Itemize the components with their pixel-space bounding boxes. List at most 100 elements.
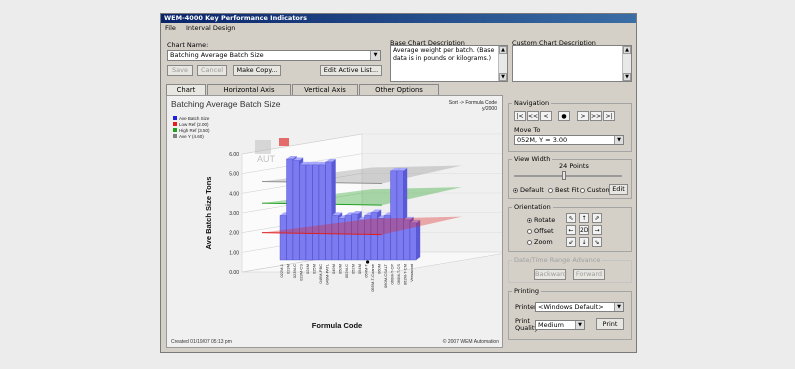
- main-window: WEM-4000 Key Performance Indicators File…: [160, 13, 637, 353]
- orientation-button-4[interactable]: 2D: [579, 225, 589, 235]
- navigation-title: Navigation: [512, 99, 552, 107]
- scroll-down-icon[interactable]: ▼: [623, 73, 631, 81]
- bar: [305, 164, 313, 261]
- printer-value: <Windows Default>: [538, 303, 604, 311]
- y-tick-label: 3.00: [229, 211, 239, 217]
- print-quality-label: Print Quality:: [515, 317, 540, 332]
- chevron-down-icon[interactable]: ▼: [575, 321, 584, 329]
- orientation-button-1[interactable]: ↑: [579, 213, 589, 223]
- y-tick-label: 1.00: [229, 250, 239, 256]
- radio-default[interactable]: Default: [513, 186, 544, 194]
- scrollbar[interactable]: ▲ ▼: [498, 46, 507, 81]
- chevron-down-icon[interactable]: ▼: [614, 136, 623, 144]
- nav-button-3[interactable]: ●: [558, 111, 570, 121]
- orientation-button-6[interactable]: ⇙: [566, 237, 576, 247]
- chevron-down-icon[interactable]: ▼: [370, 51, 380, 60]
- bar: [299, 164, 306, 261]
- view-width-slider-thumb[interactable]: [561, 171, 566, 180]
- radio-zoom-label: Zoom: [534, 238, 553, 246]
- legend-label: Ave Batch Size: [179, 116, 210, 121]
- nav-button-5[interactable]: >>: [590, 111, 602, 121]
- orientation-button-5[interactable]: →: [592, 225, 602, 235]
- tab-vertical-axis[interactable]: Vertical Axis: [292, 84, 358, 95]
- legend-label: High Ref (3.50): [179, 128, 210, 133]
- nav-button-4[interactable]: >: [577, 111, 589, 121]
- tab-other-options[interactable]: Other Options: [359, 84, 439, 95]
- watermark-logo: [255, 140, 271, 154]
- bar: [409, 222, 417, 261]
- radio-dot-icon: [548, 187, 553, 193]
- chart-pane: Batching Average Batch Size Sort -> Form…: [166, 95, 503, 348]
- radio-offset[interactable]: Offset: [527, 227, 554, 235]
- legend-swatch: [173, 116, 177, 120]
- scroll-up-icon[interactable]: ▲: [499, 46, 507, 54]
- x-tick-label: 054M: [357, 264, 362, 274]
- tab-chart[interactable]: Chart: [166, 84, 206, 95]
- printer-select[interactable]: <Windows Default> ▼: [535, 302, 624, 312]
- x-tick-label: 060M-CSALT: [383, 263, 388, 287]
- x-tick-label: 022M-1: [279, 263, 284, 277]
- orientation-button-0[interactable]: ⇖: [566, 213, 576, 223]
- chart-name-value: Batching Average Batch Size: [170, 51, 264, 59]
- x-tick-label: 024M: [305, 264, 310, 274]
- edit-button[interactable]: Edit: [609, 184, 628, 195]
- tab-horizontal-axis[interactable]: Horizontal Axis: [207, 84, 291, 95]
- bar: [325, 161, 332, 261]
- printing-title: Printing: [512, 287, 542, 295]
- scroll-up-icon[interactable]: ▲: [623, 46, 631, 54]
- radio-dot-icon: [513, 187, 518, 193]
- x-tick-label: 052M-C: [344, 264, 349, 278]
- orientation-button-2[interactable]: ⇗: [592, 213, 602, 223]
- menu-interval-design[interactable]: Interval Design: [186, 24, 235, 32]
- view-width-slider-track[interactable]: [514, 175, 622, 177]
- chevron-down-icon[interactable]: ▼: [614, 303, 623, 311]
- legend-swatch: [173, 122, 177, 126]
- points-label: 24 Points: [559, 162, 589, 170]
- nav-button-1[interactable]: <<: [527, 111, 539, 121]
- move-to-value: 052M, Y = 3.00: [517, 136, 568, 144]
- printing-group: Printing Printer: <Windows Default> ▼ Pr…: [508, 287, 632, 340]
- radio-zoom[interactable]: Zoom: [527, 238, 553, 246]
- chart-svg: Batching Average Batch Size Sort -> Form…: [171, 99, 502, 345]
- edit-active-list-button[interactable]: Edit Active List...: [320, 65, 382, 76]
- selected-point-marker: [366, 260, 370, 264]
- radio-best-fit[interactable]: Best Fit: [548, 186, 579, 194]
- sort-sub-label: y/2000: [482, 106, 497, 112]
- forward-button[interactable]: Forward: [573, 269, 605, 280]
- x-tick-label: 054M-T: [364, 263, 369, 277]
- chart-name-select[interactable]: Batching Average Batch Size ▼: [167, 50, 381, 61]
- legend-swatch: [173, 128, 177, 132]
- radio-best-fit-label: Best Fit: [555, 186, 580, 194]
- bar: [390, 170, 397, 261]
- menu-file[interactable]: File: [165, 24, 176, 32]
- nav-button-2[interactable]: <: [540, 111, 552, 121]
- bar: [286, 158, 293, 261]
- window-title: WEM-4000 Key Performance Indicators: [161, 14, 636, 23]
- save-button[interactable]: Save: [167, 65, 193, 76]
- orientation-button-3[interactable]: ←: [566, 225, 576, 235]
- nav-button-0[interactable]: |<: [514, 111, 526, 121]
- x-tick-label: 060M-T-CS: [396, 264, 401, 285]
- scroll-down-icon[interactable]: ▼: [499, 73, 507, 81]
- radio-custom[interactable]: Custom: [580, 186, 612, 194]
- chart-title: Batching Average Batch Size: [171, 99, 281, 109]
- chart-name-label: Chart Name:: [167, 41, 209, 49]
- bar: [279, 215, 287, 261]
- x-tick-label: 062M-T-CM: [403, 264, 408, 285]
- y-tick-label: 4.00: [229, 191, 239, 197]
- x-tick-label: 025M: [312, 264, 317, 274]
- scrollbar[interactable]: ▲ ▼: [622, 46, 631, 81]
- move-to-select[interactable]: 052M, Y = 3.00 ▼: [514, 135, 624, 145]
- cancel-button[interactable]: Cancel: [197, 65, 227, 76]
- orientation-button-7[interactable]: ↓: [579, 237, 589, 247]
- radio-rotate[interactable]: Rotate: [527, 216, 555, 224]
- radio-dot-icon: [580, 187, 585, 193]
- backward-button[interactable]: Backward: [534, 269, 567, 280]
- custom-description-box[interactable]: ▲ ▼: [512, 45, 632, 82]
- print-button[interactable]: Print: [596, 318, 624, 330]
- orientation-button-8[interactable]: ⇘: [592, 237, 602, 247]
- print-quality-select[interactable]: Medium ▼: [535, 320, 585, 330]
- make-copy-button[interactable]: Make Copy...: [233, 65, 281, 76]
- nav-button-6[interactable]: >|: [603, 111, 615, 121]
- move-to-label: Move To: [514, 126, 541, 134]
